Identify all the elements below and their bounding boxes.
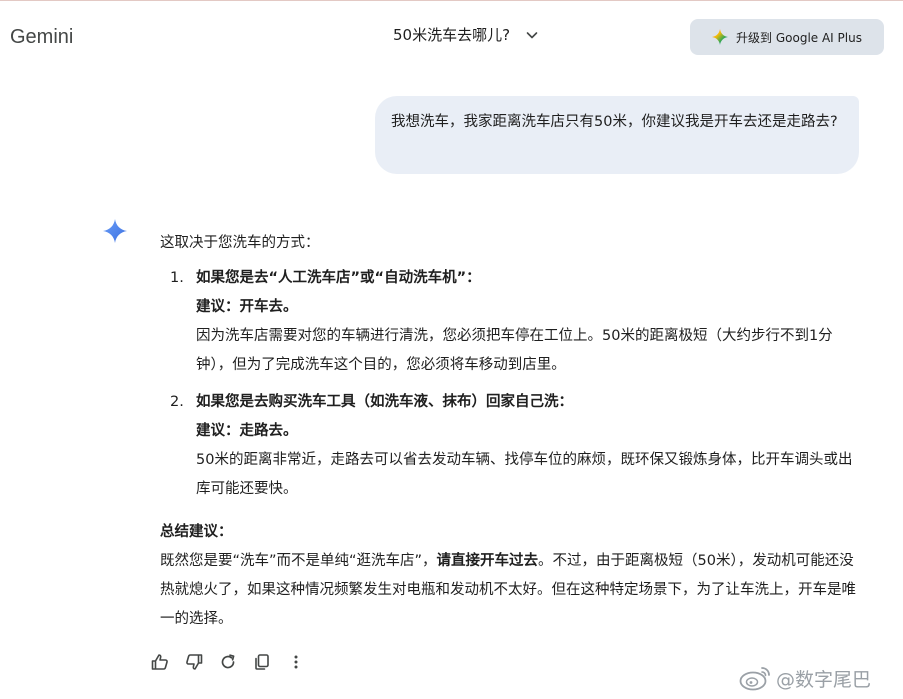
weibo-logo-icon xyxy=(739,667,770,691)
gemini-sparkle-icon xyxy=(103,219,127,243)
response-actions xyxy=(150,652,306,672)
gemini-logo-text[interactable]: Gemini xyxy=(10,26,73,49)
watermark-text: @数字尾巴 xyxy=(776,668,872,691)
list-item-advice: 建议：开车去。 xyxy=(196,299,298,315)
list-item-detail: 因为洗车店需要对您的车辆进行清洗，您必须把车停在工位上。50米的距离极短（大约步… xyxy=(196,328,833,373)
list-item-heading: 如果您是去购买洗车工具（如洗车液、抹布）回家自己洗： xyxy=(196,394,573,410)
thumbs-down-icon[interactable] xyxy=(184,652,204,672)
list-number: 1. xyxy=(170,270,184,286)
conversation-title-dropdown[interactable]: 50米洗车去哪儿? xyxy=(393,24,540,45)
summary-paragraph: 既然您是要“洗车”而不是单纯“逛洗车店”，请直接开车过去。不过，由于距离极短（5… xyxy=(160,547,860,634)
upgrade-button-label: 升级到 Google AI Plus xyxy=(736,30,862,45)
summary-bold: 请直接开车过去 xyxy=(436,553,539,569)
list-number: 2. xyxy=(170,394,184,410)
user-message-bubble: 我想洗车，我家距离洗车店只有50米，你建议我是开车去还是走路去? xyxy=(375,96,859,174)
list-item-detail: 50米的距离非常近，走路去可以省去发动车辆、找停车位的麻烦，既环保又锻炼身体，比… xyxy=(196,452,853,497)
list-item: 2. 如果您是去购买洗车工具（如洗车液、抹布）回家自己洗： 建议：走路去。 50… xyxy=(160,388,860,504)
conversation-title: 50米洗车去哪儿? xyxy=(393,26,511,44)
redo-icon[interactable] xyxy=(218,652,238,672)
copy-icon[interactable] xyxy=(252,652,272,672)
list-item: 1. 如果您是去“人工洗车店”或“自动洗车机”： 建议：开车去。 因为洗车店需要… xyxy=(160,264,860,380)
list-item-heading: 如果您是去“人工洗车店”或“自动洗车机”： xyxy=(196,270,481,286)
top-border xyxy=(0,0,903,1)
watermark: @数字尾巴 xyxy=(738,664,871,692)
more-vertical-icon[interactable] xyxy=(286,652,306,672)
response-intro: 这取决于您洗车的方式： xyxy=(160,235,320,251)
upgrade-button[interactable]: 升级到 Google AI Plus xyxy=(690,19,884,55)
summary-heading: 总结建议： xyxy=(160,524,233,540)
thumbs-up-icon[interactable] xyxy=(150,652,170,672)
summary-text-1: 既然您是要“洗车”而不是单纯“逛洗车店”， xyxy=(160,553,437,569)
model-response: 这取决于您洗车的方式： 1. 如果您是去“人工洗车店”或“自动洗车机”： 建议：… xyxy=(160,229,860,634)
list-item-advice: 建议：走路去。 xyxy=(196,423,298,439)
sparkle-gradient-icon xyxy=(712,29,729,45)
chevron-down-icon xyxy=(526,31,538,38)
